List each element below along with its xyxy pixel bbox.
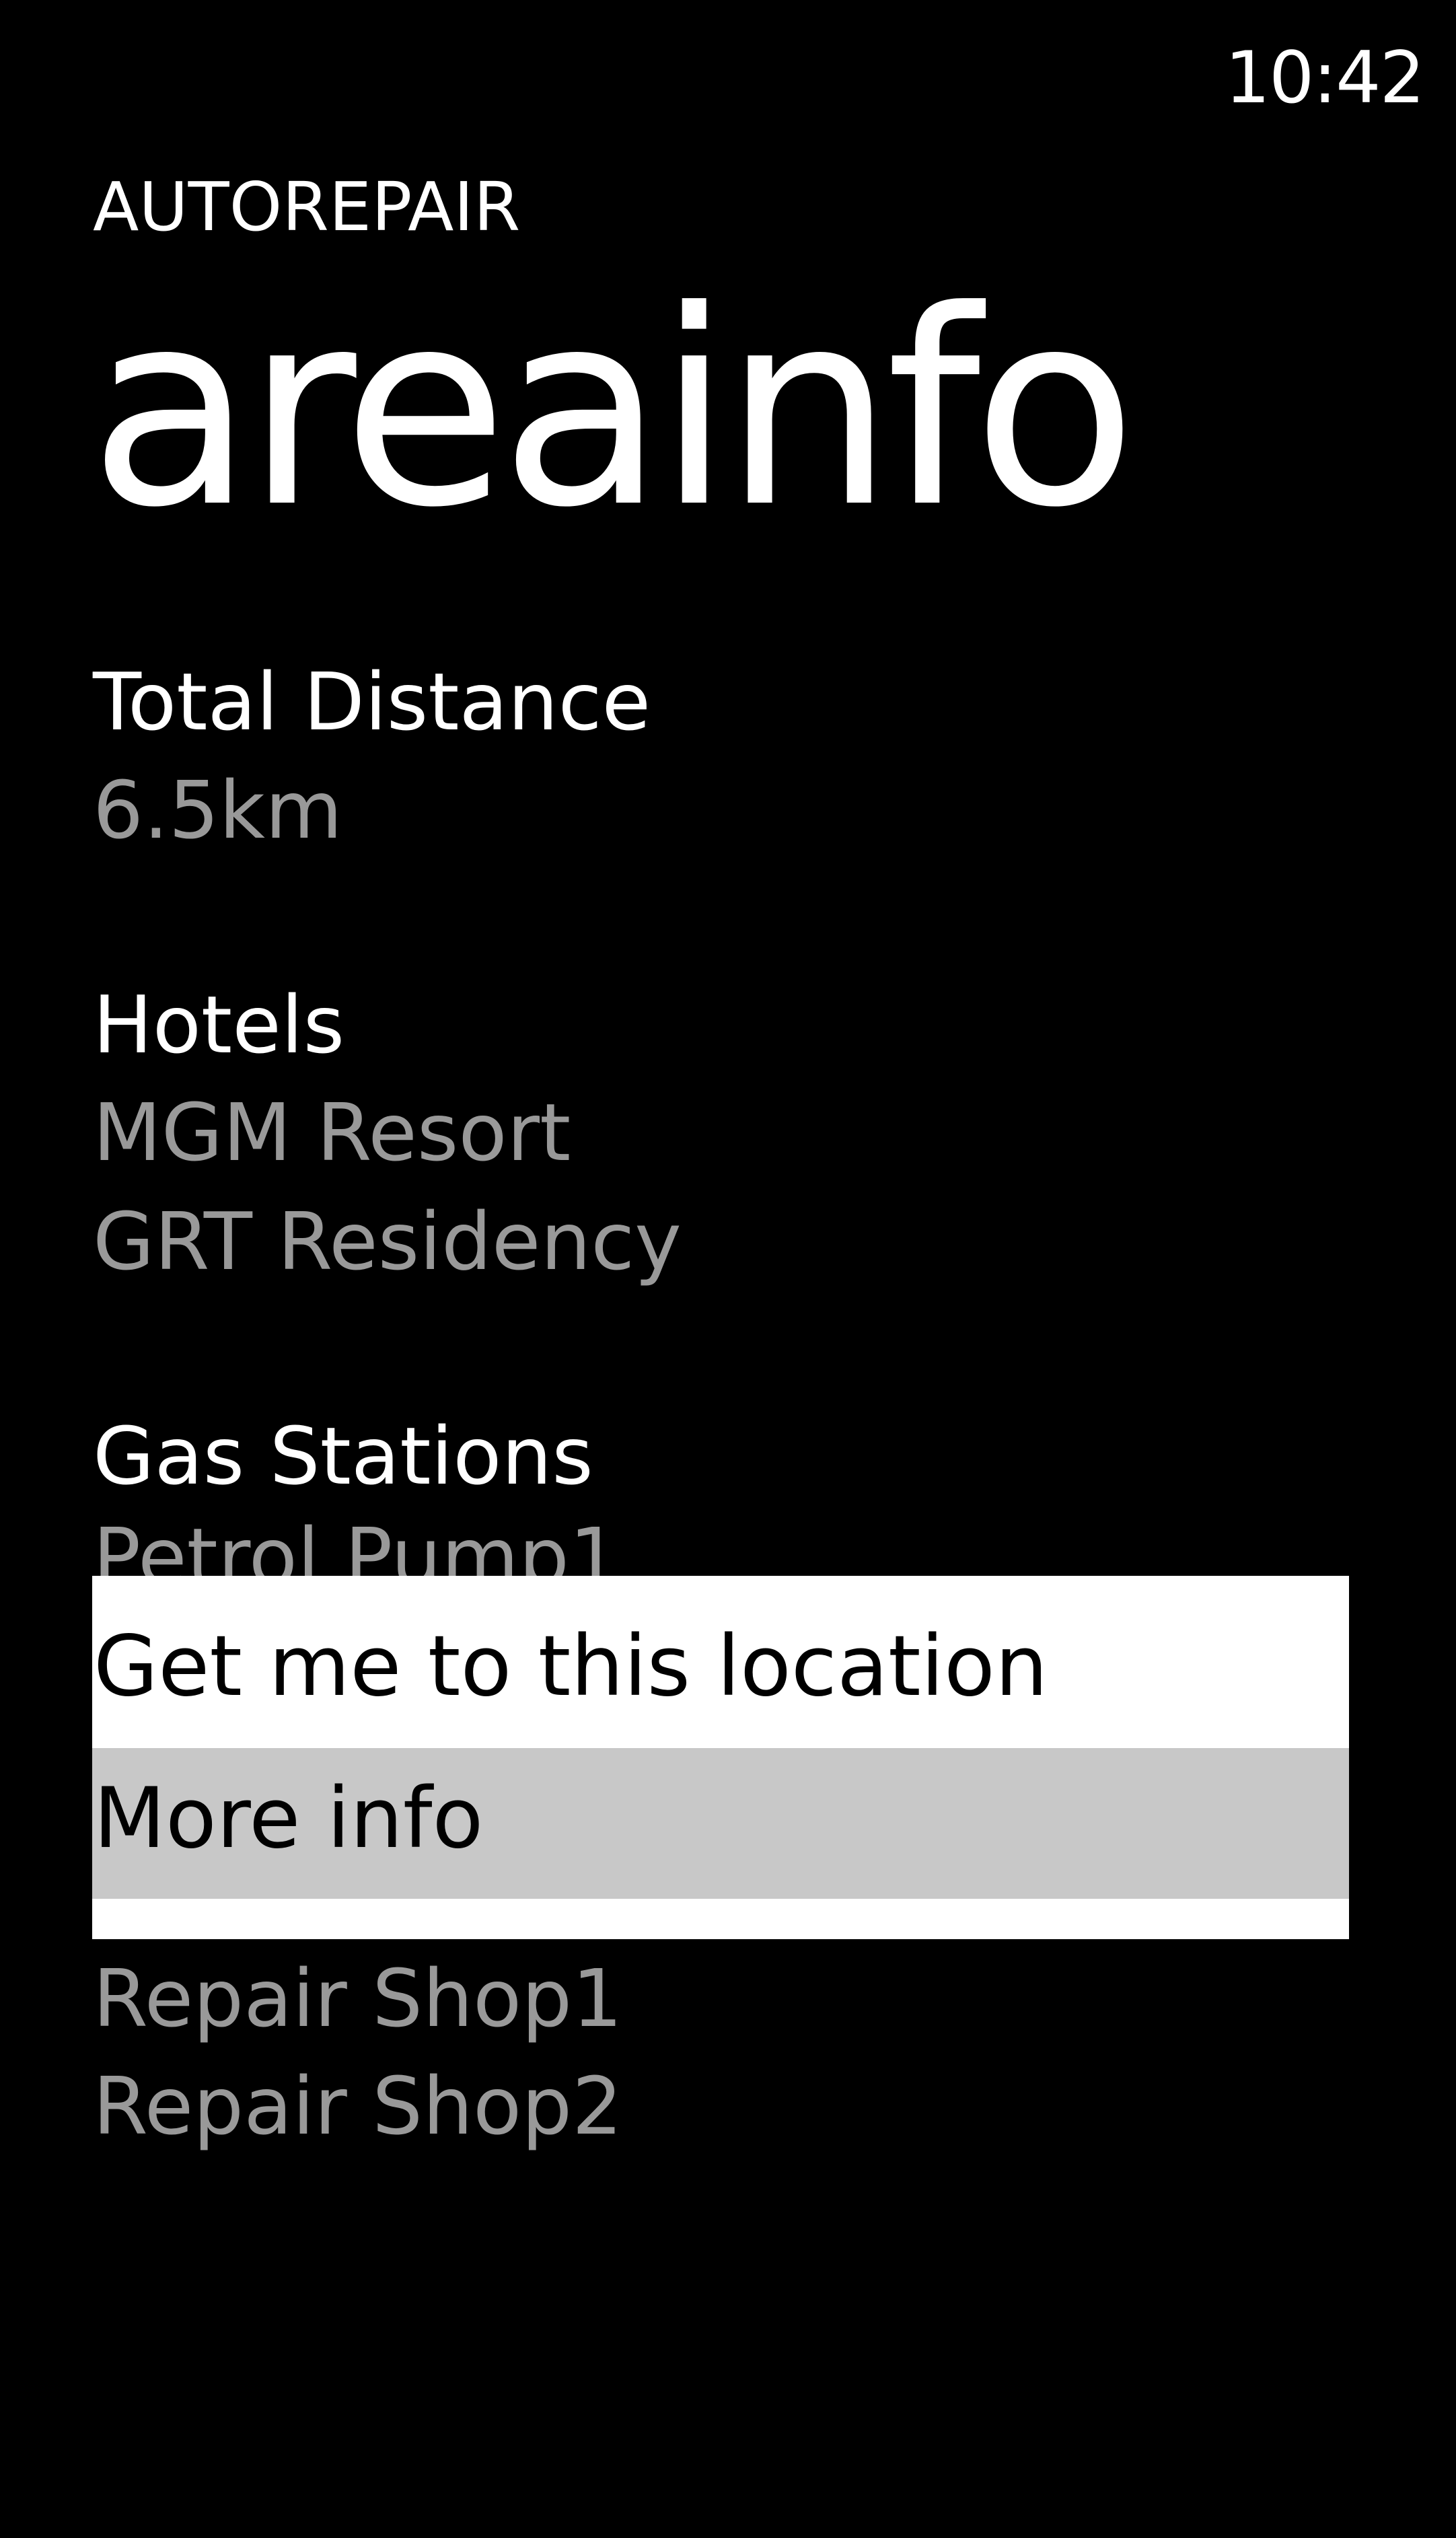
- app-title: AUTOREPAIR: [93, 168, 521, 246]
- menu-item-more-info[interactable]: More info: [92, 1748, 1349, 1899]
- status-bar-clock: 10:42: [1225, 36, 1425, 119]
- total-distance-heading: Total Distance: [93, 655, 651, 748]
- repair-shop-item-2[interactable]: Repair Shop2: [93, 2059, 622, 2153]
- repair-shop-item-1[interactable]: Repair Shop1: [93, 1951, 622, 2045]
- gas-station-list-clipped: Petrol Pump1: [0, 1514, 1456, 1576]
- page-title: areainfo: [89, 254, 1137, 567]
- context-menu: Get me to this location More info: [92, 1576, 1349, 1939]
- menu-item-get-me-to-location[interactable]: Get me to this location: [92, 1616, 1349, 1751]
- hotel-item-grt-residency[interactable]: GRT Residency: [93, 1194, 682, 1289]
- gas-stations-heading: Gas Stations: [93, 1410, 593, 1502]
- hotel-item-mgm-resort[interactable]: MGM Resort: [93, 1085, 571, 1180]
- gas-station-item-petrol-pump1[interactable]: Petrol Pump1: [93, 1514, 620, 1576]
- hotels-heading: Hotels: [93, 978, 345, 1071]
- total-distance-value: 6.5km: [93, 764, 342, 857]
